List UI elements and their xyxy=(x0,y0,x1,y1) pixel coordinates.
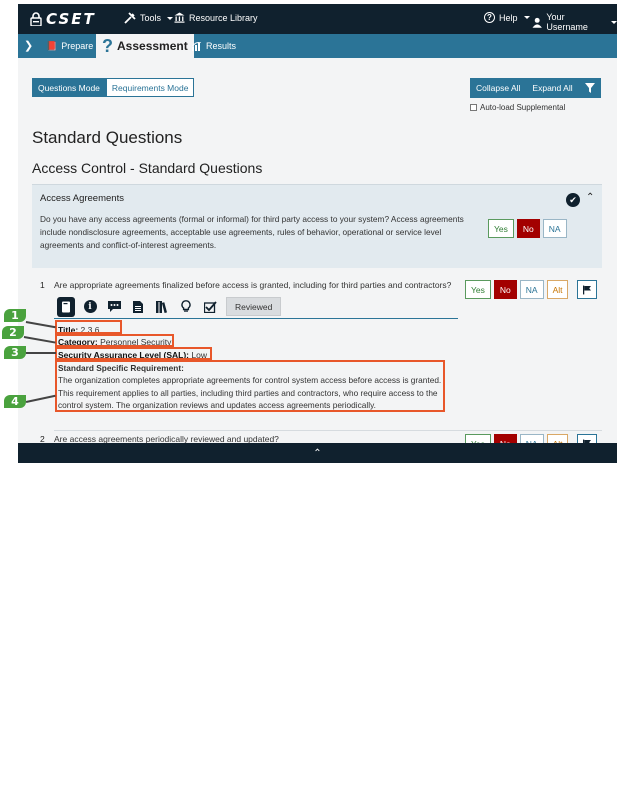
answer-yes-button[interactable]: Yes xyxy=(465,280,491,299)
workflow-navbar: ❯ 📕 Prepare ? Assessment Results xyxy=(18,34,617,58)
library-books-icon xyxy=(155,300,167,313)
check-circle-icon: ✔ xyxy=(566,193,580,207)
top-navbar: CSET Tools Resource Library ? Help Your … xyxy=(18,4,617,34)
comment-icon xyxy=(107,300,121,312)
user-icon xyxy=(532,17,542,28)
group-question-text: Do you have any access agreements (forma… xyxy=(40,214,464,250)
question-text: Are appropriate agreements finalized bef… xyxy=(54,280,452,290)
questions-mode-button[interactable]: Questions Mode xyxy=(32,78,106,97)
answer-yes-button[interactable]: Yes xyxy=(488,219,514,238)
caret-down-icon xyxy=(523,16,530,19)
logo-text: CSET xyxy=(46,10,96,28)
question-number: 1 xyxy=(40,280,45,290)
comments-icon[interactable] xyxy=(102,297,126,317)
question-icon: ? xyxy=(102,35,113,56)
chart-icon xyxy=(192,41,202,51)
highlight-sal xyxy=(55,347,212,360)
caret-down-icon xyxy=(167,16,174,20)
answer-no-button[interactable]: No xyxy=(516,219,540,238)
documents-icon[interactable] xyxy=(126,297,150,317)
group-title: Access Agreements xyxy=(40,193,124,204)
divider xyxy=(54,430,602,431)
expand-all-button[interactable]: Expand All xyxy=(526,78,578,98)
lock-icon xyxy=(30,12,42,26)
book-icon xyxy=(62,301,70,312)
info-icon[interactable]: i xyxy=(78,297,102,317)
auto-load-checkbox[interactable] xyxy=(470,104,477,111)
tab-results[interactable]: Results xyxy=(186,34,242,58)
info-circle-icon: i xyxy=(83,300,97,313)
resource-library-link[interactable]: Resource Library xyxy=(174,12,258,23)
auto-load-supplemental[interactable]: Auto-load Supplemental xyxy=(470,103,565,112)
filter-button[interactable] xyxy=(579,78,601,98)
callout-badge-4: 4 xyxy=(4,395,26,408)
question-toolbar: i Reviewed xyxy=(54,295,458,319)
auto-load-label: Auto-load Supplemental xyxy=(480,103,566,112)
prepare-icon: 📕 xyxy=(46,40,58,51)
username-label: Your Username xyxy=(546,12,588,32)
answer-alt-button[interactable]: Alt xyxy=(546,280,569,299)
question-group-access-agreements: Access Agreements ✔ ⌃ Do you have any ac… xyxy=(32,184,602,268)
document-icon xyxy=(133,300,143,313)
tab-results-label: Results xyxy=(206,41,237,51)
answer-no-button[interactable]: No xyxy=(493,280,517,299)
question-1-answer-buttons: Yes No NA Alt xyxy=(465,280,598,299)
caret-down-icon xyxy=(611,20,617,24)
chevron-up-icon[interactable]: ⌃ xyxy=(586,192,594,203)
check-note-icon xyxy=(203,300,217,313)
group-answer-buttons: Yes No NA xyxy=(488,219,567,238)
collapse-all-button[interactable]: Collapse All xyxy=(470,78,526,98)
highlight-category xyxy=(55,334,174,347)
chevron-right-icon[interactable]: ❯ xyxy=(24,39,33,52)
expand-collapse-toolbar: Collapse All Expand All xyxy=(470,78,601,98)
library-icon xyxy=(174,12,185,23)
resource-library-label: Resource Library xyxy=(189,12,258,23)
help-label: Help xyxy=(499,12,518,23)
chevron-up-icon: ⌃ xyxy=(313,447,322,459)
answer-na-button[interactable]: NA xyxy=(542,219,567,238)
review-feedback-icon[interactable] xyxy=(198,297,222,317)
lightbulb-icon xyxy=(181,300,191,312)
tab-assessment-label: Assessment xyxy=(117,39,188,53)
callout-line xyxy=(26,352,56,354)
observations-icon[interactable] xyxy=(174,297,198,317)
callout-badge-2: 2 xyxy=(2,326,24,339)
answer-na-button[interactable]: NA xyxy=(519,280,544,299)
highlight-title xyxy=(55,320,122,334)
user-menu[interactable]: Your Username xyxy=(532,12,617,32)
flag-button[interactable] xyxy=(577,280,598,299)
tab-prepare-label: Prepare xyxy=(61,41,94,51)
reviewed-button[interactable]: Reviewed xyxy=(226,297,282,316)
mode-toggle: Questions Mode Requirements Mode xyxy=(32,78,195,97)
callout-badge-1: 1 xyxy=(4,309,26,322)
scroll-to-top-bar[interactable]: ⌃ xyxy=(18,443,617,463)
tools-icon xyxy=(124,12,136,24)
help-icon: ? xyxy=(484,12,495,23)
flag-icon xyxy=(583,285,592,294)
help-menu[interactable]: ? Help xyxy=(484,12,530,23)
references-icon[interactable] xyxy=(150,297,174,317)
supplemental-info-icon[interactable] xyxy=(57,296,75,317)
highlight-requirement xyxy=(55,360,445,412)
tools-label: Tools xyxy=(140,13,162,23)
requirements-mode-button[interactable]: Requirements Mode xyxy=(105,78,195,97)
callout-badge-3: 3 xyxy=(4,346,26,359)
page-title: Standard Questions xyxy=(32,128,183,147)
cset-logo[interactable]: CSET xyxy=(30,10,96,28)
tab-assessment[interactable]: ? Assessment xyxy=(96,34,194,58)
filter-icon xyxy=(584,83,595,93)
tools-menu[interactable]: Tools xyxy=(124,12,174,24)
section-title: Access Control - Standard Questions xyxy=(32,160,263,176)
tab-prepare[interactable]: 📕 Prepare xyxy=(40,34,99,58)
